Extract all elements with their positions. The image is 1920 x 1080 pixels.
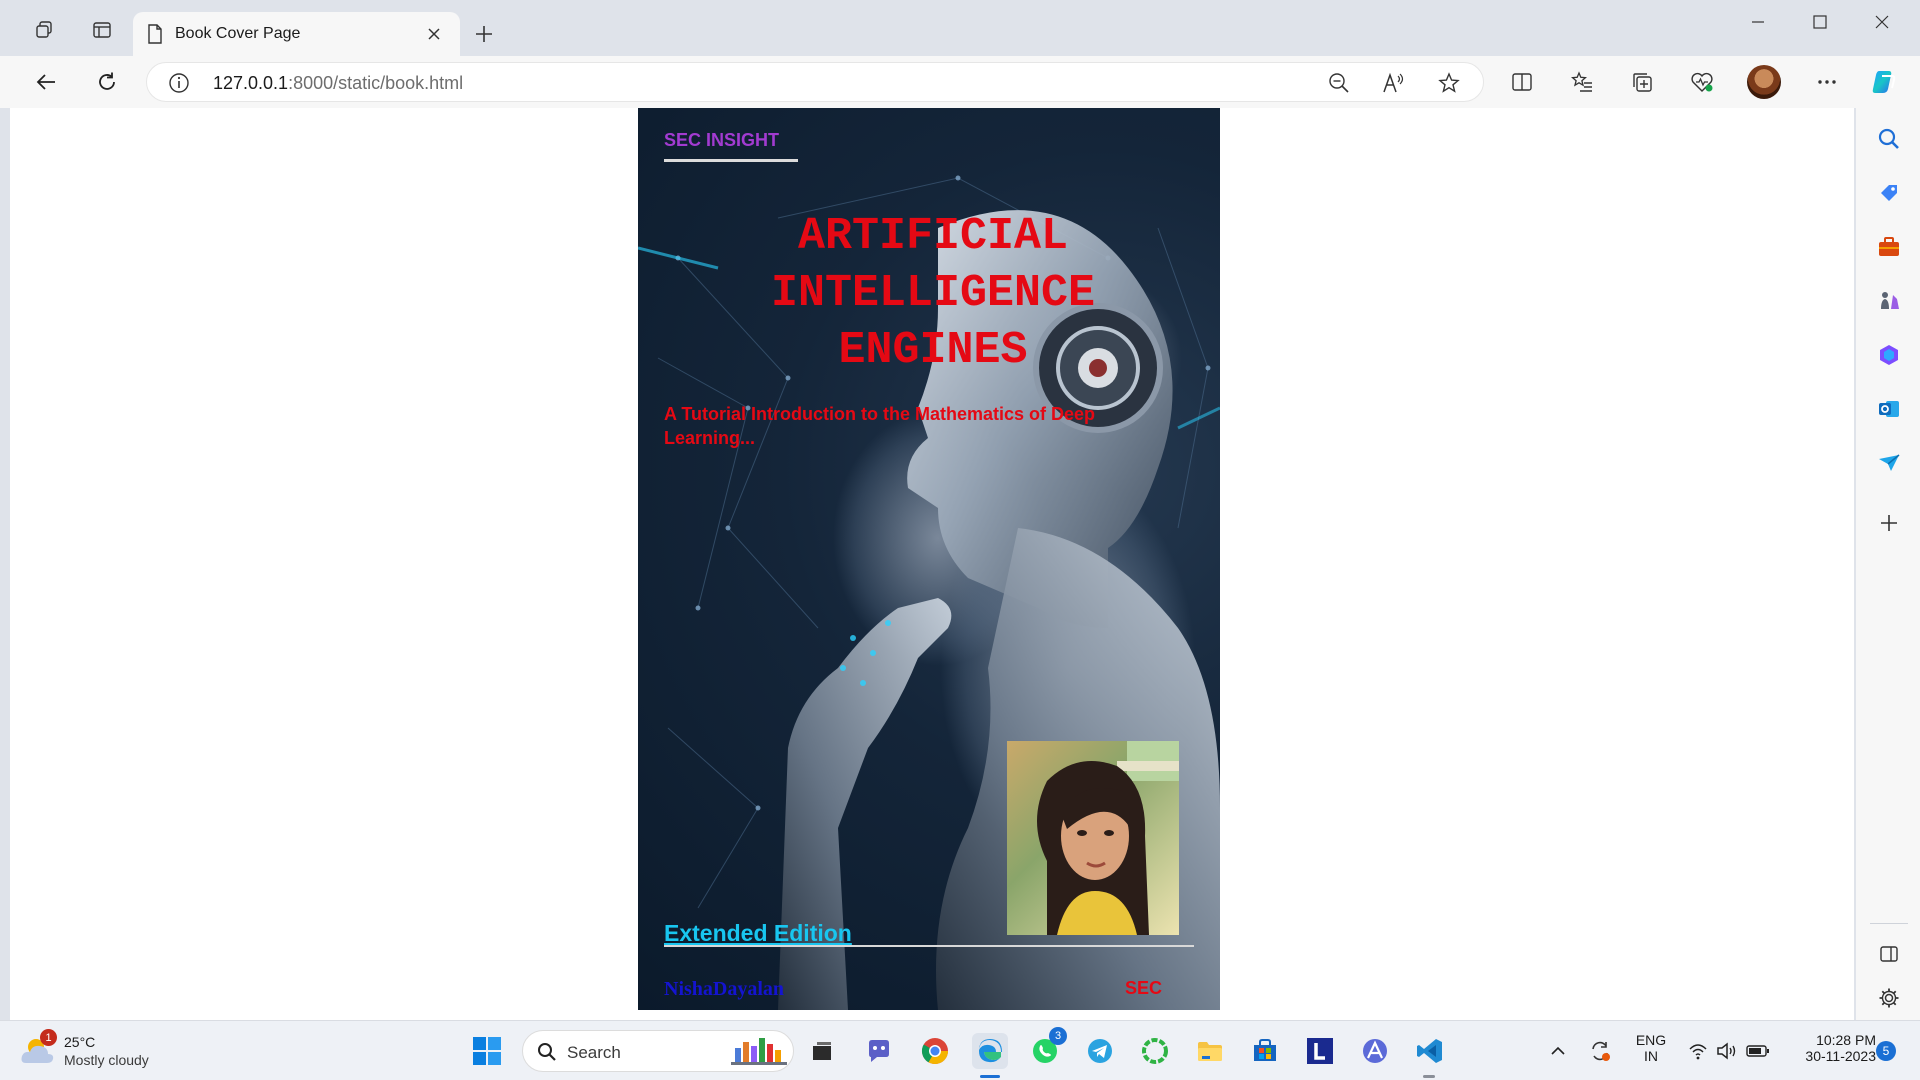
- ring-app-icon[interactable]: [1137, 1033, 1173, 1069]
- weather-desc: Mostly cloudy: [64, 1052, 149, 1068]
- weather-alert-badge: 1: [40, 1029, 57, 1046]
- author-photo: [1007, 741, 1179, 935]
- teams-chat-icon[interactable]: [861, 1033, 897, 1069]
- sidebar-tools-icon[interactable]: [1872, 230, 1906, 264]
- sidebar-add-icon[interactable]: [1872, 506, 1906, 540]
- search-label: Search: [567, 1043, 621, 1062]
- tray-overflow-chevron-icon[interactable]: [1544, 1033, 1572, 1069]
- address-bar[interactable]: 127.0.0.1:8000/static/book.html: [146, 62, 1484, 102]
- close-window-button[interactable]: [1854, 0, 1910, 44]
- book-title-line: INTELLIGENCE: [770, 268, 1096, 319]
- sidebar-outlook-icon[interactable]: [1872, 392, 1906, 426]
- l-app-icon[interactable]: [1302, 1033, 1338, 1069]
- store-icon[interactable]: [1247, 1033, 1283, 1069]
- web-page: SEC INSIGHT ARTIFICIAL INTELLIGENCE ENGI…: [10, 108, 1854, 1020]
- split-screen-icon[interactable]: [1504, 64, 1540, 100]
- file-explorer-icon[interactable]: [1192, 1033, 1228, 1069]
- new-tab-button[interactable]: [468, 18, 500, 50]
- zoom-out-icon[interactable]: [1323, 67, 1355, 99]
- sync-icon[interactable]: [1584, 1033, 1616, 1069]
- sidebar-settings-icon[interactable]: [1872, 981, 1906, 1015]
- taskbar-search[interactable]: Search: [522, 1030, 794, 1072]
- sidebar-divider: [1870, 923, 1908, 924]
- tab-strip: Book Cover Page: [0, 0, 1920, 56]
- weather-temp: 25°C: [64, 1034, 96, 1050]
- clock-time: 10:28 PM: [1816, 1032, 1876, 1048]
- edge-sidebar: [1856, 108, 1920, 1020]
- favorites-icon[interactable]: [1564, 64, 1600, 100]
- chrome-icon[interactable]: [917, 1033, 953, 1069]
- publisher-name: SEC: [1125, 978, 1163, 998]
- author-name: NishaDayalan: [664, 978, 785, 1000]
- vscode-running-indicator: [1423, 1075, 1435, 1078]
- edition-label[interactable]: Extended Edition: [664, 920, 852, 947]
- vscode-icon[interactable]: [1412, 1033, 1448, 1069]
- quick-settings[interactable]: [1684, 1033, 1774, 1069]
- android-studio-icon[interactable]: [1357, 1033, 1393, 1069]
- sidebar-shopping-icon[interactable]: [1872, 176, 1906, 210]
- more-options-icon[interactable]: [1809, 64, 1845, 100]
- search-highlight-icon: [731, 1038, 787, 1065]
- tab-actions-icon[interactable]: [86, 14, 118, 46]
- telegram-icon[interactable]: [1082, 1033, 1118, 1069]
- browser-essentials-icon[interactable]: [1684, 64, 1720, 100]
- sidebar-m365-icon[interactable]: [1872, 338, 1906, 372]
- profile-avatar[interactable]: [1747, 65, 1781, 99]
- collections-icon[interactable]: [1624, 64, 1660, 100]
- clock[interactable]: 10:28 PM 30-11-2023: [1790, 1032, 1876, 1064]
- wifi-icon: [1689, 1044, 1707, 1060]
- page-icon: [148, 24, 162, 44]
- book-title-line: ARTIFICIAL: [797, 211, 1069, 262]
- sidebar-search-icon[interactable]: [1872, 122, 1906, 156]
- url-text[interactable]: 127.0.0.1:8000/static/book.html: [213, 73, 463, 94]
- book-subtitle: A Tutorial Introduction to the Mathemati…: [664, 404, 1096, 448]
- book-title: ARTIFICIAL INTELLIGENCE ENGINES: [698, 208, 1168, 379]
- maximize-button[interactable]: [1792, 0, 1848, 44]
- whatsapp-icon[interactable]: 3: [1027, 1027, 1067, 1069]
- volume-icon: [1717, 1042, 1736, 1060]
- url-host: 127.0.0.1: [213, 73, 289, 93]
- sidebar-drop-icon[interactable]: [1872, 446, 1906, 480]
- minimize-button[interactable]: [1730, 0, 1786, 44]
- edge-icon[interactable]: [972, 1033, 1008, 1069]
- edition-underline: [664, 945, 1194, 947]
- sidebar-games-icon[interactable]: [1872, 284, 1906, 318]
- weather-widget[interactable]: 1 25°C Mostly cloudy: [20, 1029, 180, 1071]
- windows-taskbar: 1 25°C Mostly cloudy Search 3 ENG IN 10:…: [0, 1020, 1920, 1080]
- favorite-star-icon[interactable]: [1433, 67, 1465, 99]
- lang-indicator[interactable]: ENG IN: [1628, 1032, 1674, 1064]
- edge-active-indicator: [980, 1075, 1000, 1078]
- read-aloud-icon[interactable]: [1378, 67, 1410, 99]
- sidebar-hide-icon[interactable]: [1872, 937, 1906, 971]
- workspaces-icon[interactable]: [28, 14, 60, 46]
- series-underline: [664, 159, 798, 162]
- site-info-icon[interactable]: [163, 67, 195, 99]
- notification-count-badge[interactable]: 5: [1876, 1041, 1896, 1061]
- url-path: :8000/static/book.html: [288, 73, 464, 93]
- battery-icon: [1746, 1045, 1769, 1057]
- book-title-line: ENGINES: [838, 325, 1028, 376]
- start-button[interactable]: [472, 1036, 502, 1066]
- tab-title: Book Cover Page: [175, 25, 301, 42]
- copilot-icon[interactable]: [1866, 64, 1902, 100]
- clock-date: 30-11-2023: [1805, 1048, 1876, 1064]
- book-cover: SEC INSIGHT ARTIFICIAL INTELLIGENCE ENGI…: [638, 108, 1220, 1010]
- close-tab-icon[interactable]: [422, 22, 446, 46]
- tab-book-cover[interactable]: Book Cover Page: [133, 12, 460, 56]
- search-icon: [538, 1043, 556, 1061]
- back-button[interactable]: [28, 64, 64, 100]
- lang-line1: ENG: [1635, 1032, 1667, 1048]
- whatsapp-unread-badge: 3: [1049, 1027, 1067, 1045]
- series-label: SEC INSIGHT: [664, 130, 780, 150]
- task-view-icon[interactable]: [804, 1033, 840, 1069]
- browser-toolbar: 127.0.0.1:8000/static/book.html: [0, 56, 1920, 108]
- refresh-button[interactable]: [89, 64, 125, 100]
- lang-line2: IN: [1644, 1048, 1658, 1064]
